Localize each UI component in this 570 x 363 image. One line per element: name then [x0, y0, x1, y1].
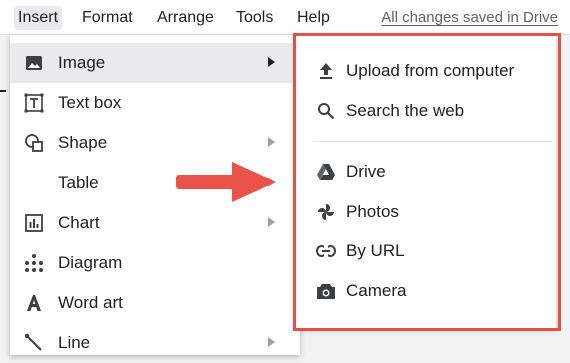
save-status-link[interactable]: All changes saved in Drive: [381, 9, 558, 26]
menu-insert[interactable]: Insert: [14, 6, 63, 30]
menu-item-word-art[interactable]: Word art: [10, 283, 300, 323]
menu-format[interactable]: Format: [82, 8, 133, 28]
submenu-arrow-icon: [268, 57, 275, 67]
menu-item-shape[interactable]: Shape: [10, 123, 300, 163]
diagram-icon: [24, 253, 44, 273]
submenu-item-label: Photos: [346, 202, 399, 221]
upload-icon: [316, 61, 336, 81]
submenu-divider: [314, 141, 552, 142]
submenu-item-label: By URL: [346, 241, 405, 260]
submenu-item-upload[interactable]: Upload from computer: [296, 52, 556, 90]
menu-item-label: Shape: [58, 133, 108, 152]
menu-item-label: Line: [58, 333, 91, 352]
submenu-item-label: Search the web: [346, 101, 465, 120]
menu-arrange[interactable]: Arrange: [157, 8, 214, 28]
submenu-item-camera[interactable]: Camera: [296, 272, 556, 310]
search-icon: [316, 101, 336, 121]
menu-item-label: Chart: [58, 213, 100, 232]
text-box-icon: [24, 93, 44, 113]
menu-item-label: Word art: [58, 293, 123, 312]
submenu-arrow-icon: [268, 137, 275, 147]
annotation-arrow-icon: [176, 162, 276, 202]
menu-bar: Insert Format Arrange Tools Help All cha…: [0, 0, 570, 35]
word-art-icon: [24, 293, 44, 313]
drive-icon: [316, 162, 336, 182]
camera-icon: [316, 281, 336, 301]
menu-item-chart[interactable]: Chart: [10, 203, 300, 243]
menu-item-text-box[interactable]: Text box: [10, 83, 300, 123]
menu-tools[interactable]: Tools: [236, 8, 273, 28]
menu-item-label: Image: [58, 53, 106, 72]
submenu-item-label: Drive: [346, 162, 386, 181]
menu-item-diagram[interactable]: Diagram: [10, 243, 300, 283]
chart-icon: [24, 213, 44, 233]
menu-item-image[interactable]: Image: [10, 43, 300, 83]
toolbar-edge-mark: [0, 90, 6, 92]
submenu-item-drive[interactable]: Drive: [296, 153, 556, 191]
line-icon: [24, 333, 44, 353]
submenu-item-by-url[interactable]: By URL: [296, 232, 556, 270]
submenu-item-label: Camera: [346, 281, 407, 300]
photos-icon: [316, 202, 336, 222]
submenu-item-photos[interactable]: Photos: [296, 193, 556, 231]
submenu-arrow-icon: [268, 337, 275, 347]
submenu-item-label: Upload from computer: [346, 61, 515, 80]
submenu-arrow-icon: [268, 217, 275, 227]
link-icon: [316, 241, 336, 261]
menu-item-label: Table: [58, 173, 99, 192]
shape-icon: [24, 133, 44, 153]
menu-help[interactable]: Help: [297, 8, 330, 28]
menu-item-label: Diagram: [58, 253, 123, 272]
menu-item-label: Text box: [58, 93, 122, 112]
image-icon: [24, 53, 44, 73]
menu-item-line[interactable]: Line: [10, 323, 300, 363]
submenu-item-search-web[interactable]: Search the web: [296, 92, 556, 130]
image-submenu: Upload from computer Search the web Driv…: [296, 36, 556, 328]
